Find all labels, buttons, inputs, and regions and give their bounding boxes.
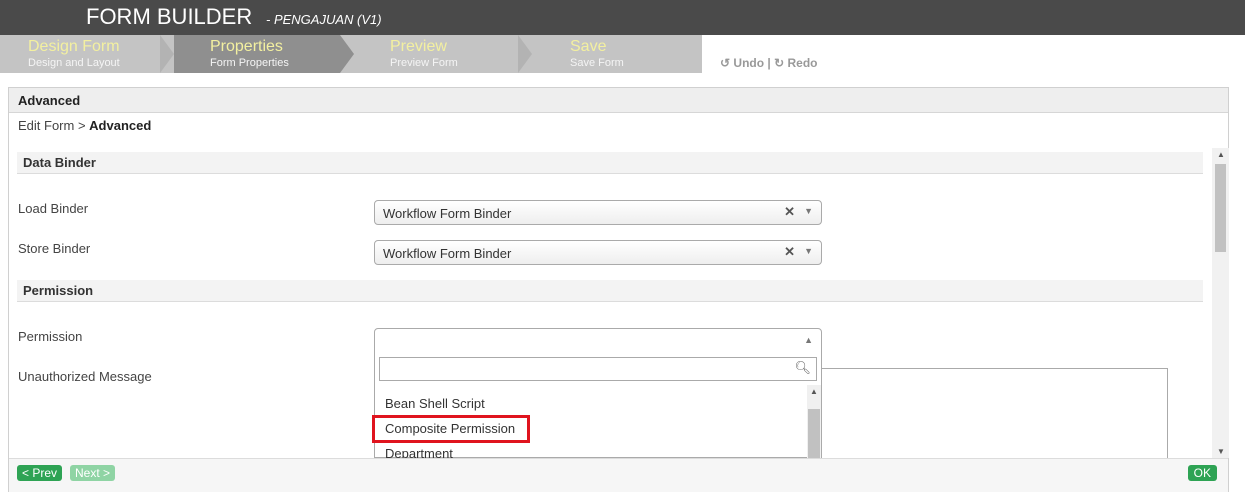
panel-scrollbar[interactable]: ▲ ▼	[1212, 148, 1229, 458]
breadcrumb: Edit Form > Advanced	[18, 118, 151, 133]
step-sublabel: Form Properties	[210, 57, 289, 69]
step-label: Save	[570, 38, 607, 55]
chevron-up-icon: ▲	[804, 335, 813, 345]
section-permission: Permission	[17, 280, 1203, 302]
clear-icon[interactable]: ✕	[784, 204, 795, 220]
panel-title: Advanced	[18, 93, 81, 108]
permission-search-input[interactable]: 🔍︎	[379, 357, 817, 381]
step-sublabel: Preview Form	[390, 57, 458, 69]
breadcrumb-edit-form[interactable]: Edit Form >	[18, 118, 86, 133]
step-design-form[interactable]: Design Form Design and Layout	[0, 35, 160, 73]
step-label: Design Form	[28, 38, 120, 55]
app-title: FORM BUILDER	[86, 4, 253, 29]
step-label: Properties	[210, 38, 283, 55]
annotation-highlight-box	[372, 415, 530, 443]
form-name: - PENGAJUAN (V1)	[266, 12, 382, 27]
step-sublabel: Save Form	[570, 57, 624, 69]
step-label: Preview	[390, 38, 447, 55]
undo-redo-toolbar: ↺ Undo | ↻ Redo	[720, 56, 818, 70]
redo-button[interactable]: ↻ Redo	[774, 56, 817, 70]
undo-label: Undo	[733, 56, 765, 70]
option-partial: ·	[385, 385, 389, 389]
prev-button[interactable]: < Prev	[17, 465, 63, 481]
unauthorized-message-label: Unauthorized Message	[18, 369, 152, 384]
option-bean-shell-script[interactable]: Bean Shell Script	[385, 396, 485, 411]
store-binder-label: Store Binder	[18, 241, 91, 256]
redo-icon: ↻	[774, 56, 785, 70]
step-preview[interactable]: Preview Preview Form	[354, 35, 518, 73]
scroll-up-icon[interactable]: ▲	[1217, 150, 1225, 159]
step-sublabel: Design and Layout	[28, 57, 120, 69]
toolbar-divider: |	[767, 56, 771, 70]
options-scrollbar[interactable]: ▲	[807, 385, 821, 459]
scrollbar-thumb[interactable]	[1215, 164, 1226, 252]
section-title: Data Binder	[23, 155, 96, 170]
permission-label: Permission	[18, 329, 83, 344]
search-icon: 🔍︎	[794, 360, 811, 375]
load-binder-value: Workflow Form Binder	[383, 206, 512, 221]
app-header: FORM BUILDER - PENGAJUAN (V1)	[0, 0, 1245, 35]
next-button[interactable]: Next >	[70, 465, 116, 481]
scroll-down-icon[interactable]: ▼	[1217, 447, 1225, 456]
step-separator-icon	[518, 35, 532, 73]
step-save[interactable]: Save Save Form	[532, 35, 702, 73]
chevron-down-icon: ▼	[804, 206, 813, 216]
load-binder-label: Load Binder	[18, 201, 89, 216]
ok-button[interactable]: OK	[1187, 465, 1217, 481]
load-binder-select[interactable]: Workflow Form Binder ✕ ▼	[374, 200, 822, 225]
breadcrumb-current: Advanced	[89, 118, 152, 133]
advanced-panel: Advanced Edit Form > Advanced Data Binde…	[8, 87, 1229, 492]
section-title: Permission	[23, 283, 94, 298]
store-binder-value: Workflow Form Binder	[383, 246, 512, 261]
wizard-steps: Design Form Design and Layout Properties…	[0, 35, 702, 73]
panel-footer: < Prev Next > OK	[9, 458, 1228, 492]
clear-icon[interactable]: ✕	[784, 244, 795, 260]
step-separator-icon	[340, 35, 354, 73]
scroll-up-icon[interactable]: ▲	[810, 387, 818, 396]
undo-button[interactable]: ↺ Undo	[720, 56, 764, 70]
redo-label: Redo	[787, 56, 818, 70]
step-properties[interactable]: Properties Form Properties	[174, 35, 340, 73]
undo-icon: ↺	[720, 56, 731, 70]
chevron-down-icon: ▼	[804, 246, 813, 256]
panel-header: Advanced	[9, 88, 1228, 113]
step-separator-icon	[160, 35, 174, 73]
section-data-binder: Data Binder	[17, 152, 1203, 174]
store-binder-select[interactable]: Workflow Form Binder ✕ ▼	[374, 240, 822, 265]
scrollbar-thumb[interactable]	[808, 409, 820, 459]
